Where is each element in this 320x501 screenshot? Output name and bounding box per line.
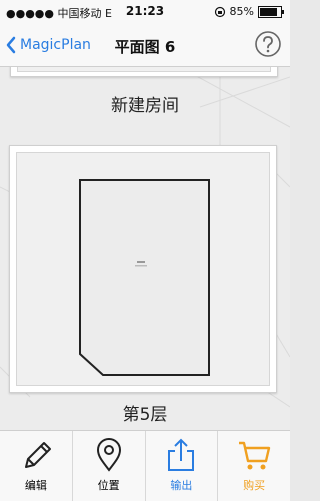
tab-edit[interactable]: 编辑 [0,431,73,501]
orientation-lock-icon [214,6,225,17]
tab-edit-label: 编辑 [24,479,47,492]
battery-percent: 85% [229,5,254,18]
tab-export[interactable]: 输出 [146,431,219,501]
floor-list[interactable]: 新建房间 第5层 [0,67,290,430]
new-room-label[interactable]: 新建房间 [0,91,290,116]
status-right: 85% [214,5,284,18]
floor-label[interactable]: 第5层 [0,400,290,425]
tab-location-label: 位置 [97,479,120,492]
floor-preview [17,67,271,72]
tab-location[interactable]: 位置 [73,431,146,501]
location-pin-icon [96,438,121,472]
battery-icon [258,5,284,18]
tab-export-label: 输出 [170,479,193,492]
tab-buy[interactable]: 购买 [218,431,290,501]
floor-card[interactable] [9,145,277,393]
navigation-bar: MagicPlan 平面图 6 [0,24,290,67]
floor-card-previous[interactable] [10,67,278,77]
help-icon[interactable] [254,30,282,58]
tab-bar: 编辑 位置 输出 购买 [0,430,290,501]
cart-icon [239,441,271,470]
tab-buy-label: 购买 [243,479,266,492]
pencil-icon [24,442,51,468]
floor-plan-drawing [79,179,210,376]
page-title: 平面图 6 [114,38,176,56]
share-icon [168,438,195,471]
floor-plan-preview [16,152,270,386]
status-bar: ●●●●● 中国移动 E 21:23 85% [0,0,290,24]
